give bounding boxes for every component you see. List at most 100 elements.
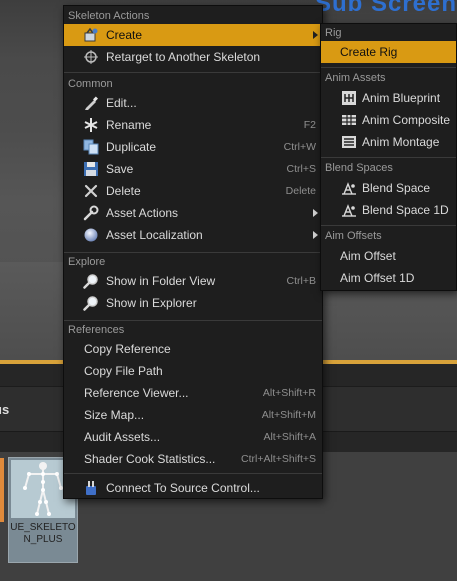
menu-item-label: Create — [106, 28, 143, 42]
menu-item-label: Audit Assets... — [84, 430, 161, 444]
viewport-title-fragment: Sub Screen — [314, 0, 457, 17]
menu-item-anim-blueprint[interactable]: Anim Blueprint — [321, 87, 456, 109]
menu-item-asset-localization[interactable]: Asset Localization — [64, 224, 322, 246]
menu-item-label: Copy File Path — [84, 364, 163, 378]
menu-item-copy-reference[interactable]: Copy Reference — [64, 338, 322, 360]
menu-item-copy-file-path[interactable]: Copy File Path — [64, 360, 322, 382]
menu-item-create[interactable]: Create — [64, 24, 322, 46]
anim-composite-icon — [341, 112, 357, 128]
menu-separator — [64, 252, 322, 253]
menu-item-duplicate[interactable]: Duplicate Ctrl+W — [64, 136, 322, 158]
magnifier-icon — [83, 273, 99, 289]
menu-item-label: Aim Offset — [340, 249, 396, 263]
menu-item-aim-offset-1d[interactable]: Aim Offset 1D — [321, 267, 456, 289]
menu-separator — [64, 72, 322, 73]
anim-montage-icon — [341, 134, 357, 150]
duplicate-icon — [83, 139, 99, 155]
asset-context-menu: Skeleton Actions Create Retarget to Anot… — [63, 5, 323, 499]
shortcut-text: Ctrl+Alt+Shift+S — [241, 453, 316, 465]
menu-item-label: Anim Composite — [362, 113, 451, 127]
menu-item-label: Copy Reference — [84, 342, 171, 356]
section-header-common: Common — [68, 78, 113, 90]
section-header-explore: Explore — [68, 256, 106, 268]
menu-item-anim-montage[interactable]: Anim Montage — [321, 131, 456, 153]
menu-item-label: Blend Space 1D — [362, 203, 449, 217]
section-header-anim-assets: Anim Assets — [325, 72, 386, 84]
menu-item-label: Blend Space — [362, 181, 431, 195]
menu-item-label: Edit... — [106, 96, 137, 110]
blend-space-1d-icon — [341, 202, 357, 218]
menu-item-label: Anim Blueprint — [362, 91, 441, 105]
menu-item-show-in-folder-view[interactable]: Show in Folder View Ctrl+B — [64, 270, 322, 292]
create-submenu: Rig Create Rig Anim Assets Anim Blueprin… — [320, 23, 457, 291]
create-icon — [83, 27, 99, 43]
asset-tile-partial[interactable] — [0, 458, 4, 522]
shortcut-text: Alt+Shift+A — [263, 431, 316, 443]
menu-item-label: Size Map... — [84, 408, 145, 422]
shortcut-text: Alt+Shift+M — [261, 409, 316, 421]
menu-item-aim-offset[interactable]: Aim Offset — [321, 245, 456, 267]
section-header-references: References — [68, 324, 125, 336]
menu-item-label: Save — [106, 162, 134, 176]
menu-separator — [321, 67, 456, 68]
retarget-icon — [83, 49, 99, 65]
edit-icon — [83, 95, 99, 111]
menu-item-blend-space[interactable]: Blend Space — [321, 177, 456, 199]
section-header-blend-spaces: Blend Spaces — [325, 162, 393, 174]
shortcut-text: Ctrl+B — [286, 275, 316, 287]
menu-item-label: Show in Explorer — [106, 296, 197, 310]
menu-item-label: Retarget to Another Skeleton — [106, 50, 261, 64]
menu-item-delete[interactable]: Delete Delete — [64, 180, 322, 202]
source-control-icon — [83, 480, 99, 496]
menu-item-rename[interactable]: Rename F2 — [64, 114, 322, 136]
submenu-arrow-icon — [313, 231, 318, 239]
menu-item-label: Reference Viewer... — [84, 386, 189, 400]
shortcut-text: Ctrl+W — [283, 141, 316, 153]
menu-item-label: Create Rig — [340, 45, 398, 59]
section-header-skeleton-actions: Skeleton Actions — [68, 10, 150, 22]
submenu-arrow-icon — [313, 31, 318, 39]
menu-item-retarget[interactable]: Retarget to Another Skeleton — [64, 46, 322, 68]
menu-separator — [64, 320, 322, 321]
menu-item-connect-source-control[interactable]: Connect To Source Control... — [64, 477, 322, 499]
menu-item-edit[interactable]: Edit... — [64, 92, 322, 114]
menu-item-shader-cook-statistics[interactable]: Shader Cook Statistics... Ctrl+Alt+Shift… — [64, 448, 322, 470]
menu-item-label: Rename — [106, 118, 152, 132]
menu-item-anim-composite[interactable]: Anim Composite — [321, 109, 456, 131]
submenu-arrow-icon — [313, 209, 318, 217]
anim-blueprint-icon — [341, 90, 357, 106]
content-browser-title: us — [0, 402, 10, 417]
menu-item-label: Duplicate — [106, 140, 157, 154]
blend-space-icon — [341, 180, 357, 196]
menu-item-size-map[interactable]: Size Map... Alt+Shift+M — [64, 404, 322, 426]
menu-item-create-rig[interactable]: Create Rig — [321, 41, 456, 63]
save-icon — [83, 161, 99, 177]
globe-icon — [83, 227, 99, 243]
asset-name: UE_SKELETON_PLUS — [10, 522, 76, 545]
menu-item-save[interactable]: Save Ctrl+S — [64, 158, 322, 180]
menu-separator — [321, 157, 456, 158]
menu-item-label: Delete — [106, 184, 141, 198]
menu-item-label: Shader Cook Statistics... — [84, 452, 216, 466]
menu-item-label: Aim Offset 1D — [340, 271, 415, 285]
section-header-rig: Rig — [325, 27, 342, 39]
shortcut-text: F2 — [303, 119, 316, 131]
menu-item-asset-actions[interactable]: Asset Actions — [64, 202, 322, 224]
menu-item-audit-assets[interactable]: Audit Assets... Alt+Shift+A — [64, 426, 322, 448]
section-header-aim-offsets: Aim Offsets — [325, 230, 382, 242]
menu-item-blend-space-1d[interactable]: Blend Space 1D — [321, 199, 456, 221]
shortcut-text: Alt+Shift+R — [262, 387, 316, 399]
menu-separator — [321, 225, 456, 226]
delete-icon — [83, 183, 99, 199]
menu-item-show-in-explorer[interactable]: Show in Explorer — [64, 292, 322, 314]
menu-item-label: Show in Folder View — [106, 274, 216, 288]
menu-item-label: Anim Montage — [362, 135, 440, 149]
rename-icon — [83, 117, 99, 133]
menu-item-label: Asset Localization — [106, 228, 203, 242]
magnifier-icon — [83, 295, 99, 311]
menu-item-reference-viewer[interactable]: Reference Viewer... Alt+Shift+R — [64, 382, 322, 404]
menu-item-label: Asset Actions — [106, 206, 179, 220]
menu-separator — [64, 473, 322, 474]
shortcut-text: Delete — [285, 185, 316, 197]
shortcut-text: Ctrl+S — [286, 163, 316, 175]
